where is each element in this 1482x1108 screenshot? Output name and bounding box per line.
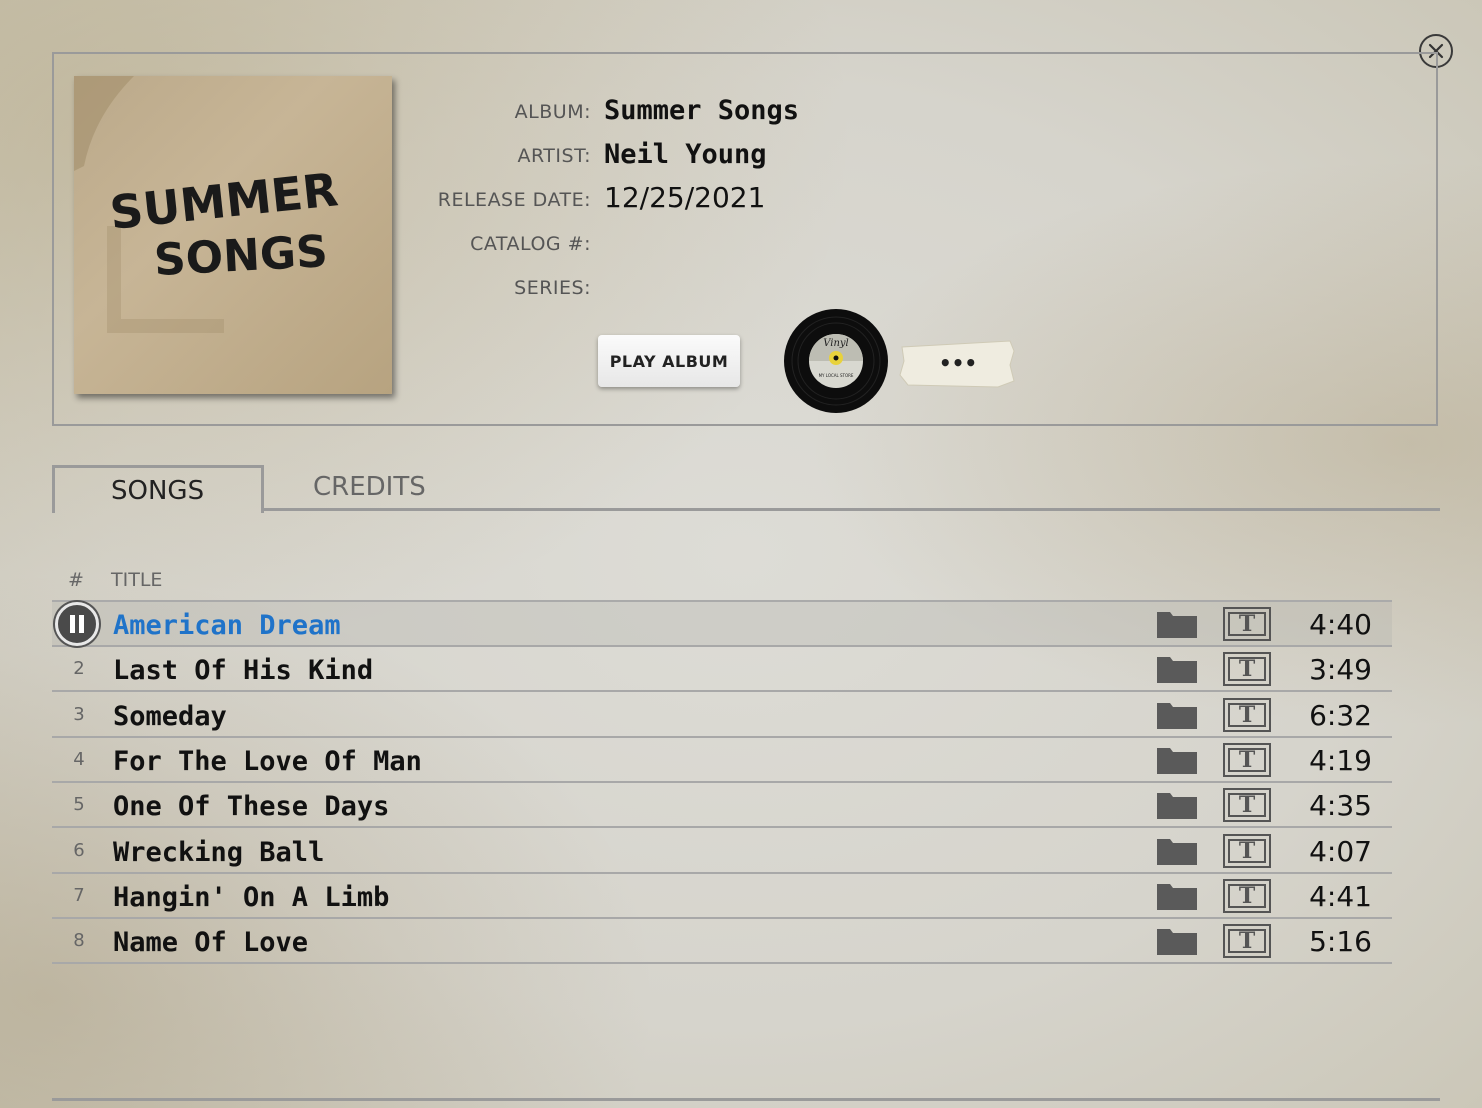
lyrics-glyph: T xyxy=(1228,702,1266,727)
song-duration: 5:16 xyxy=(1309,925,1372,959)
vinyl-badge-bottom: MY LOCAL STORE xyxy=(819,373,854,378)
song-row[interactable]: 3 Someday T 6:32 xyxy=(52,693,1392,738)
folder-icon[interactable] xyxy=(1156,654,1198,684)
song-duration: 4:07 xyxy=(1309,834,1372,868)
track-number: 4 xyxy=(73,748,85,770)
song-duration: 4:19 xyxy=(1309,743,1372,777)
artist-label: ARTIST: xyxy=(517,145,591,167)
catalog-label: CATALOG #: xyxy=(470,233,591,255)
lyrics-glyph: T xyxy=(1228,793,1266,818)
song-row[interactable]: 4 For The Love Of Man T 4:19 xyxy=(52,738,1392,783)
song-title[interactable]: American Dream xyxy=(113,610,341,641)
folder-icon[interactable] xyxy=(1156,700,1198,730)
track-number: 2 xyxy=(73,658,85,680)
tab-divider xyxy=(264,508,1440,511)
vinyl-badge-top: Vinyl xyxy=(823,338,849,349)
song-duration: 4:40 xyxy=(1309,608,1372,641)
album-title: Summer Songs xyxy=(604,95,800,126)
song-duration: 4:41 xyxy=(1309,879,1372,913)
folder-icon[interactable] xyxy=(1156,836,1198,866)
tab-songs[interactable]: SONGS xyxy=(52,465,264,513)
track-number: 5 xyxy=(73,794,85,816)
lyrics-icon[interactable]: T xyxy=(1223,652,1271,687)
lyrics-icon[interactable]: T xyxy=(1223,833,1271,868)
folder-icon[interactable] xyxy=(1156,926,1198,956)
song-row[interactable]: 2 Last Of His Kind T 3:49 xyxy=(52,647,1392,693)
lyrics-icon[interactable]: T xyxy=(1223,788,1271,823)
folder-icon[interactable] xyxy=(1156,881,1198,911)
lyrics-icon[interactable]: T xyxy=(1223,924,1271,959)
folder-icon[interactable] xyxy=(1156,790,1198,820)
release-date-label: RELEASE DATE: xyxy=(437,189,591,211)
column-header-number: # xyxy=(68,569,84,591)
lyrics-icon[interactable]: T xyxy=(1223,742,1271,777)
more-icon: ••• xyxy=(899,340,1015,388)
song-duration: 3:49 xyxy=(1309,653,1372,687)
track-number: 6 xyxy=(73,839,85,861)
lyrics-glyph: T xyxy=(1228,838,1266,863)
song-row[interactable]: American Dream T 4:40 xyxy=(52,602,1392,647)
lyrics-glyph: T xyxy=(1228,883,1266,908)
song-row[interactable]: 8 Name Of Love T 5:16 xyxy=(52,919,1392,965)
vinyl-record-icon: Vinyl MY LOCAL STORE xyxy=(784,309,888,413)
tab-credits[interactable]: CREDITS xyxy=(313,472,426,502)
more-dots: ••• xyxy=(939,351,977,375)
track-number: 3 xyxy=(73,703,85,725)
artist-name: Neil Young xyxy=(604,139,767,170)
song-title[interactable]: Name Of Love xyxy=(113,927,308,958)
song-duration: 6:32 xyxy=(1309,698,1372,732)
bottom-divider xyxy=(52,1098,1440,1101)
lyrics-glyph: T xyxy=(1228,929,1266,954)
song-title[interactable]: Last Of His Kind xyxy=(113,655,373,686)
column-header-title: TITLE xyxy=(111,569,163,591)
folder-icon[interactable] xyxy=(1156,745,1198,775)
song-title[interactable]: For The Love Of Man xyxy=(113,746,422,777)
album-label: ALBUM: xyxy=(514,101,591,123)
lyrics-icon[interactable]: T xyxy=(1223,878,1271,913)
lyrics-icon[interactable]: T xyxy=(1223,607,1271,641)
folder-icon[interactable] xyxy=(1156,609,1198,639)
lyrics-glyph: T xyxy=(1228,612,1266,636)
lyrics-glyph: T xyxy=(1228,657,1266,682)
play-album-button[interactable]: PLAY ALBUM xyxy=(598,335,740,387)
song-title[interactable]: Wrecking Ball xyxy=(113,837,324,868)
song-row[interactable]: 6 Wrecking Ball T 4:07 xyxy=(52,829,1392,874)
vinyl-store-button[interactable]: Vinyl MY LOCAL STORE xyxy=(783,308,889,414)
song-title[interactable]: Hangin' On A Limb xyxy=(113,882,389,913)
song-title[interactable]: Someday xyxy=(113,701,227,732)
release-date: 12/25/2021 xyxy=(604,181,766,214)
more-options-button[interactable]: ••• xyxy=(898,337,1016,391)
pause-icon[interactable] xyxy=(55,602,99,646)
song-row[interactable]: 7 Hangin' On A Limb T 4:41 xyxy=(52,874,1392,919)
track-number: 8 xyxy=(73,930,85,952)
song-row[interactable]: 5 One Of These Days T 4:35 xyxy=(52,783,1392,829)
lyrics-icon[interactable]: T xyxy=(1223,697,1271,732)
series-label: SERIES: xyxy=(514,277,591,299)
song-title[interactable]: One Of These Days xyxy=(113,791,389,822)
track-number: 7 xyxy=(73,884,85,906)
lyrics-glyph: T xyxy=(1228,747,1266,772)
song-duration: 4:35 xyxy=(1309,789,1372,823)
